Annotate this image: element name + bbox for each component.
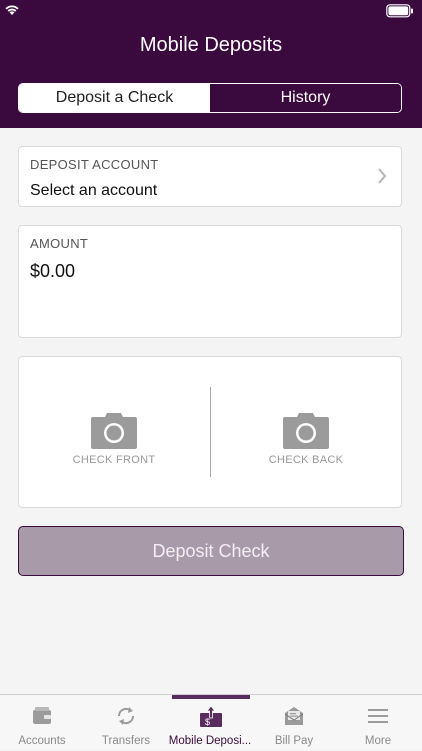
tab-more[interactable]: More <box>336 695 420 751</box>
tab-history[interactable]: History <box>210 84 401 112</box>
deposit-account-selector[interactable]: DEPOSIT ACCOUNT Select an account <box>18 146 402 207</box>
mobile-deposit-icon: $ <box>200 705 222 727</box>
svg-text:$: $ <box>205 717 210 727</box>
tab-deposit-a-check[interactable]: Deposit a Check <box>19 84 210 112</box>
check-back-label: CHECK BACK <box>268 454 344 466</box>
camera-icon <box>91 413 137 449</box>
amount-field[interactable]: AMOUNT $0.00 <box>18 225 402 338</box>
wallet-icon <box>33 707 51 724</box>
amount-label: AMOUNT <box>30 236 89 251</box>
tab-label: Transfers <box>101 735 151 747</box>
tab-label: Accounts <box>18 735 66 747</box>
deposit-account-value: Select an account <box>30 182 158 199</box>
tab-label: Mobile Deposi... <box>168 735 252 747</box>
battery-icon <box>386 4 413 18</box>
deposit-account-label: DEPOSIT ACCOUNT <box>30 157 159 172</box>
check-back-capture[interactable]: CHECK BACK <box>211 357 401 497</box>
wifi-icon <box>5 5 19 15</box>
check-front-label: CHECK FRONT <box>72 454 156 466</box>
app-header: Mobile Deposits Deposit a Check History <box>0 0 422 128</box>
tab-label: Bill Pay <box>274 735 314 747</box>
tab-bill-pay[interactable]: Bill Pay <box>252 695 336 751</box>
status-bar <box>0 0 422 22</box>
camera-icon <box>283 413 329 449</box>
tab-transfers[interactable]: Transfers <box>84 695 168 751</box>
tab-label: More <box>364 735 392 747</box>
amount-input[interactable]: $0.00 <box>30 261 75 282</box>
segmented-control: Deposit a Check History <box>18 83 402 113</box>
bottom-tab-bar: Accounts Transfers $ Mobile Deposi... Bi… <box>0 694 422 750</box>
check-front-capture[interactable]: CHECK FRONT <box>19 357 209 497</box>
bill-pay-icon <box>284 707 304 725</box>
chevron-right-icon <box>378 168 387 184</box>
menu-icon <box>368 709 388 723</box>
tab-accounts[interactable]: Accounts <box>0 695 84 751</box>
transfer-icon <box>117 707 135 725</box>
deposit-check-button[interactable]: Deposit Check <box>18 526 404 576</box>
check-photos-panel: CHECK FRONT CHECK BACK <box>18 356 402 508</box>
tab-mobile-deposits[interactable]: $ Mobile Deposi... <box>168 695 252 751</box>
page-title: Mobile Deposits <box>139 34 283 56</box>
